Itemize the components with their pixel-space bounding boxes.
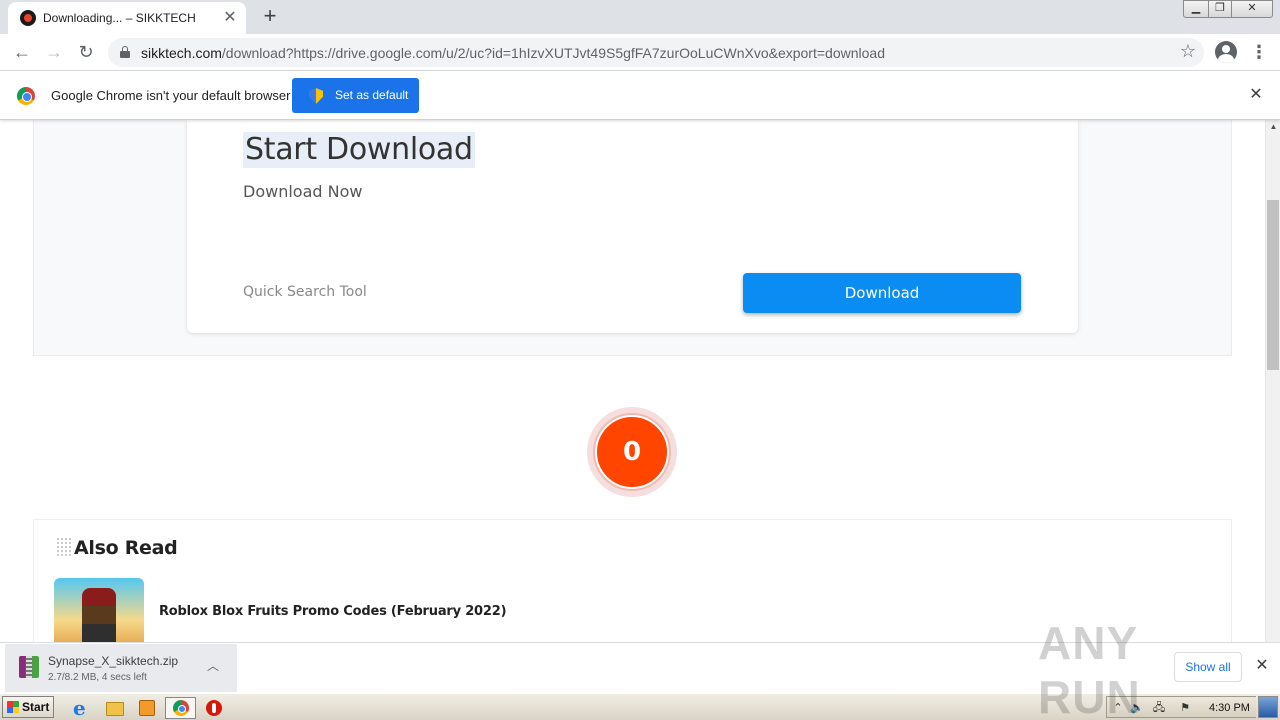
- start-button[interactable]: Start: [2, 696, 54, 718]
- tab-strip: Downloading... – SIKKTECH ✕ + ▁ ❐ ✕: [0, 0, 1280, 34]
- address-bar[interactable]: sikktech.com/download?https://drive.goog…: [108, 38, 1204, 67]
- url-path: /download?https://drive.google.com/u/2/u…: [221, 45, 885, 61]
- new-tab-button[interactable]: +: [258, 5, 282, 29]
- countdown-timer: 0: [587, 407, 677, 497]
- download-shelf: Synapse_X_sikktech.zip 2.7/8.2 MB, 4 sec…: [0, 642, 1280, 693]
- chrome-logo-icon: [17, 87, 35, 105]
- start-label: Start: [22, 700, 50, 714]
- show-hidden-icons-icon[interactable]: ⌃: [1110, 700, 1126, 716]
- show-desktop-button[interactable]: [1258, 696, 1278, 718]
- infobar-message: Google Chrome isn't your default browser: [51, 88, 291, 103]
- chrome-taskbar-icon[interactable]: [165, 697, 196, 719]
- windows-taskbar: Start ⌃ 🔈 🖧 ⚑ 4:30 PM: [0, 693, 1280, 720]
- dots-decoration-icon: [56, 537, 72, 557]
- chrome-menu-icon[interactable]: ⋮: [1250, 40, 1268, 64]
- window-minimize-button[interactable]: ▁: [1183, 0, 1209, 18]
- lock-icon[interactable]: [120, 46, 130, 58]
- article-link[interactable]: Roblox Blox Fruits Promo Codes (February…: [159, 604, 507, 619]
- download-file-name: Synapse_X_sikktech.zip: [48, 654, 179, 668]
- web-page: Start Download Download Now Quick Search…: [0, 120, 1265, 642]
- quick-search-link[interactable]: Quick Search Tool: [243, 284, 367, 300]
- article-thumbnail[interactable]: [54, 578, 144, 642]
- window-close-button[interactable]: ✕: [1231, 0, 1273, 18]
- taskbar-clock[interactable]: 4:30 PM: [1209, 700, 1250, 716]
- windows-flag-icon: [7, 701, 19, 713]
- reload-icon[interactable]: ↻: [74, 40, 98, 64]
- media-player-icon[interactable]: [136, 697, 158, 719]
- network-icon[interactable]: 🖧: [1151, 700, 1167, 716]
- browser-tab[interactable]: Downloading... – SIKKTECH ✕: [8, 2, 246, 34]
- browser-toolbar: ← → ↻ sikktech.com/download?https://driv…: [0, 34, 1280, 71]
- set-as-default-button[interactable]: Set as default: [292, 78, 419, 113]
- system-tray: ⌃ 🔈 🖧 ⚑ 4:30 PM: [1106, 696, 1256, 718]
- infobar-close-icon[interactable]: ✕: [1247, 86, 1265, 104]
- volume-icon[interactable]: 🔈: [1129, 700, 1145, 716]
- show-all-button[interactable]: Show all: [1174, 652, 1242, 682]
- page-scrollbar[interactable]: ▲: [1265, 120, 1280, 642]
- download-button[interactable]: Download: [743, 273, 1021, 313]
- default-browser-infobar: Google Chrome isn't your default browser…: [0, 71, 1280, 120]
- download-item[interactable]: Synapse_X_sikktech.zip 2.7/8.2 MB, 4 sec…: [5, 644, 237, 692]
- scrollbar-thumb[interactable]: [1267, 200, 1279, 370]
- also-read-heading: Also Read: [74, 537, 178, 559]
- window-restore-button[interactable]: ❐: [1208, 0, 1232, 18]
- action-center-flag-icon[interactable]: ⚑: [1177, 700, 1193, 716]
- url-text[interactable]: sikktech.com/download?https://drive.goog…: [141, 45, 885, 61]
- forward-arrow-icon[interactable]: →: [42, 40, 66, 64]
- shelf-close-icon[interactable]: ✕: [1253, 657, 1271, 675]
- uac-shield-icon: [309, 88, 323, 104]
- also-read-section: Also Read Roblox Blox Fruits Promo Codes…: [33, 519, 1232, 642]
- tab-title: Downloading... – SIKKTECH: [43, 11, 196, 25]
- internet-explorer-icon[interactable]: [69, 696, 91, 720]
- download-card: Start Download Download Now Quick Search…: [187, 120, 1078, 333]
- opera-icon[interactable]: [203, 697, 225, 719]
- countdown-value: 0: [622, 437, 642, 467]
- set-as-default-label: Set as default: [335, 88, 409, 102]
- chevron-up-icon[interactable]: ︿: [205, 658, 221, 674]
- hero-section: Start Download Download Now Quick Search…: [33, 120, 1232, 356]
- hero-subtitle: Download Now: [243, 182, 363, 201]
- download-status: 2.7/8.2 MB, 4 secs left: [48, 672, 147, 683]
- countdown-circle: 0: [595, 415, 669, 489]
- tab-close-icon[interactable]: ✕: [220, 8, 240, 28]
- scroll-up-arrow-icon[interactable]: ▲: [1266, 122, 1280, 132]
- hero-title: Start Download: [243, 132, 475, 168]
- back-arrow-icon[interactable]: ←: [10, 40, 34, 64]
- site-favicon-icon: [20, 10, 36, 26]
- bookmark-star-icon[interactable]: ☆: [1180, 41, 1196, 62]
- url-host: sikktech.com: [141, 45, 222, 61]
- zip-archive-icon: [19, 656, 39, 678]
- profile-icon[interactable]: [1215, 41, 1237, 63]
- file-explorer-icon[interactable]: [103, 697, 125, 719]
